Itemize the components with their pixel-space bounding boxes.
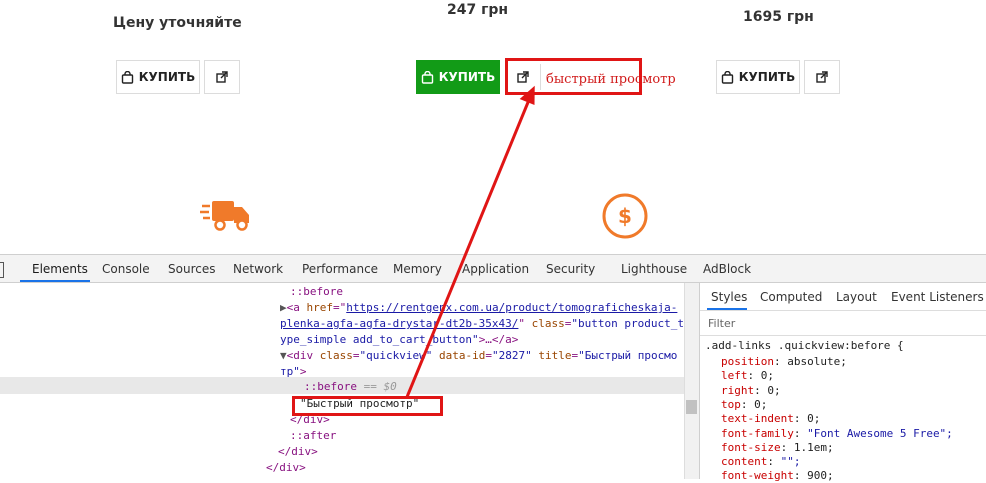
elements-tree[interactable]: ::before ▶<a href="https://rentgenx.com.… [0, 283, 684, 479]
tab-memory[interactable]: Memory [393, 262, 442, 276]
tab-elements[interactable]: Elements [32, 262, 88, 276]
tree-node-anchor[interactable]: ▶<a href="https://rentgenx.com.ua/produc… [280, 299, 677, 316]
tree-node-quickview-div[interactable]: ▼<div class="quickview" data-id="2827" t… [280, 347, 677, 364]
shopping-bag-icon [121, 70, 134, 84]
css-value: ""; [780, 455, 801, 469]
css-value: 1.1em; [793, 440, 834, 454]
tab-sources[interactable]: Sources [168, 262, 215, 276]
css-property: text-indent [721, 412, 794, 426]
quickview-button-1[interactable] [204, 60, 240, 94]
css-value: 0; [754, 397, 768, 411]
css-declaration[interactable]: text-indent: 0; [721, 412, 820, 426]
css-property: position [721, 355, 774, 368]
tab-styles[interactable]: Styles [711, 290, 747, 304]
buy-button-label: КУПИТЬ [738, 70, 796, 84]
buy-button-2[interactable]: КУПИТЬ [416, 60, 500, 94]
collapse-triangle-icon[interactable]: ▼ [280, 349, 287, 362]
external-link-icon [216, 71, 228, 83]
css-value: 0; [767, 383, 781, 397]
css-value: absolute; [787, 355, 847, 368]
styles-panel: Styles Computed Layout Event Listeners F… [699, 283, 986, 482]
tree-node-after[interactable]: ::after [290, 427, 336, 444]
tree-node-anchor-wrap-1: plenka-agfa-agfa-drystar-dt2b-35x43/" cl… [280, 317, 684, 330]
css-declaration[interactable]: font-family: "Font Awesome 5 Free"; [721, 427, 953, 441]
devtools-tab-bar: Elements Console Sources Network Perform… [0, 255, 986, 283]
quickview-button-3[interactable] [804, 60, 840, 94]
styles-filter-input[interactable]: Filter [700, 311, 986, 336]
css-property: right [721, 383, 755, 397]
tab-lighthouse[interactable]: Lighthouse [621, 262, 687, 276]
css-value: 0; [807, 412, 821, 426]
devtools-panel: Elements Console Sources Network Perform… [0, 254, 986, 482]
tree-node-selected-before[interactable]: ::before == $0 [304, 378, 397, 395]
svg-text:$: $ [618, 204, 632, 228]
css-value: 0; [760, 369, 774, 383]
active-tab-indicator [20, 280, 90, 282]
css-declaration[interactable]: font-weight: 900; [721, 469, 834, 483]
css-declaration[interactable]: font-size: 1.1em; [721, 441, 834, 455]
product-price-2: 247 грн [447, 2, 509, 18]
css-property: font-family [721, 426, 794, 440]
styles-tab-bar: Styles Computed Layout Event Listeners [700, 283, 986, 311]
delivery-truck-icon [200, 198, 252, 234]
buy-button-1[interactable]: КУПИТЬ [116, 60, 200, 94]
tree-node-div-close-3[interactable]: </div> [266, 459, 306, 476]
css-property: left [721, 369, 748, 383]
expand-triangle-icon[interactable]: ▶ [280, 301, 287, 314]
tree-node-before[interactable]: ::before [290, 283, 343, 300]
annotation-box-text-node [292, 396, 443, 416]
buy-button-label: КУПИТЬ [438, 70, 496, 84]
css-value: "Font Awesome 5 Free"; [807, 426, 953, 440]
css-property: content [721, 455, 768, 469]
dollar-coin-icon: $ [602, 193, 648, 239]
css-property: font-size [721, 440, 781, 454]
elements-scrollbar[interactable] [684, 283, 699, 479]
shopping-bag-icon [721, 70, 734, 84]
product-price-1: Цену уточняйте [113, 15, 242, 31]
css-selector[interactable]: .add-links .quickview:before { [705, 339, 904, 353]
tab-computed[interactable]: Computed [760, 290, 822, 304]
css-declaration[interactable]: position: absolute; [721, 355, 847, 369]
tree-node-quickview-wrap: тр"> [280, 365, 307, 378]
tab-event-listeners[interactable]: Event Listeners [891, 290, 984, 304]
tree-node-anchor-wrap-2: ype_simple add_to_cart_button">…</a> [280, 333, 519, 346]
tab-security[interactable]: Security [546, 262, 595, 276]
tab-console[interactable]: Console [102, 262, 150, 276]
inspect-icon[interactable] [0, 262, 4, 278]
buy-button-label: КУПИТЬ [138, 70, 196, 84]
css-declaration[interactable]: top: 0; [721, 398, 767, 412]
shopping-bag-icon [421, 70, 434, 84]
tab-adblock[interactable]: AdBlock [703, 262, 751, 276]
tree-node-div-close-2[interactable]: </div> [278, 443, 318, 460]
tab-layout[interactable]: Layout [836, 290, 877, 304]
tab-network[interactable]: Network [233, 262, 283, 276]
active-styles-tab-indicator [707, 308, 747, 310]
css-property: font-weight [721, 469, 794, 483]
css-declaration[interactable]: right: 0; [721, 384, 781, 398]
css-property: top [721, 397, 741, 411]
css-declaration[interactable]: left: 0; [721, 369, 774, 383]
annotation-box-quickview [505, 58, 642, 95]
elements-scroll-thumb[interactable] [686, 400, 697, 414]
external-link-icon [816, 71, 828, 83]
tab-performance[interactable]: Performance [302, 262, 378, 276]
css-declaration[interactable]: content: ""; [721, 455, 800, 469]
product-price-3: 1695 грн [743, 9, 814, 25]
css-value: 900; [807, 469, 834, 483]
buy-button-3[interactable]: КУПИТЬ [716, 60, 800, 94]
tab-application[interactable]: Application [462, 262, 529, 276]
